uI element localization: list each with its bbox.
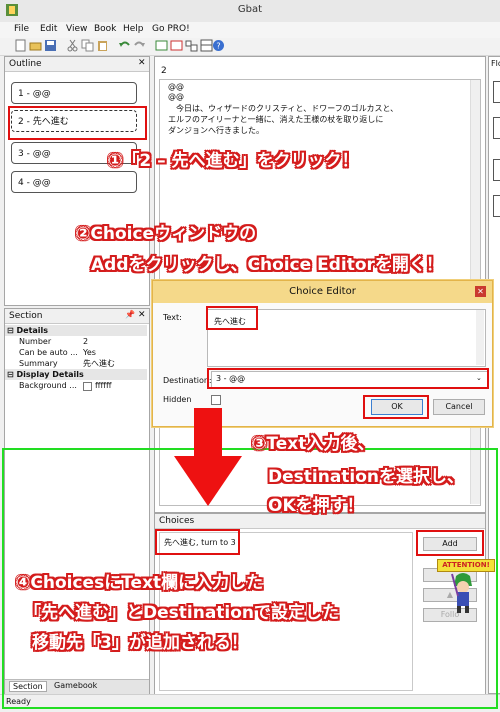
title-bar: Gbat xyxy=(0,0,500,23)
down-arrow-icon xyxy=(174,408,242,506)
annotation-step4-line1: ④ChoicesにText欄に入力した xyxy=(16,573,264,593)
annotation-step2-line1: ②Choiceウィンドウの xyxy=(76,224,257,244)
add-section-icon[interactable] xyxy=(155,39,168,52)
cancel-button[interactable]: Cancel xyxy=(433,399,485,415)
choice-editor-dialog: Choice Editor ✕ Text: 先へ進む Destination: … xyxy=(152,280,493,427)
annotation-step3-line2: Destinationを選択し、 xyxy=(268,467,465,487)
flowchart-node[interactable] xyxy=(493,195,500,217)
delete-section-icon[interactable] xyxy=(170,39,183,52)
annotation-step2-line2: Addをクリックし、Choice Editorを開く！ xyxy=(91,255,443,275)
annotation-step1: ①「2 – 先へ進む」をクリック！ xyxy=(108,151,359,171)
menu-book[interactable]: Book xyxy=(94,24,116,34)
text-label: Text: xyxy=(163,313,182,322)
save-icon[interactable] xyxy=(44,39,57,52)
annotation-step3-line1: ③Text入力後、 xyxy=(252,434,375,454)
attention-character-icon xyxy=(451,573,472,613)
flowchart-node[interactable] xyxy=(493,159,500,181)
highlight-ok-button xyxy=(363,395,429,419)
annotation-step4-line3: 移動先「3」が追加される！ xyxy=(32,633,248,653)
editor-line: @@ xyxy=(168,82,184,91)
menu-edit[interactable]: Edit xyxy=(40,24,57,34)
property-row[interactable]: Background ... ffffff xyxy=(5,380,147,391)
open-folder-icon[interactable] xyxy=(29,39,42,52)
highlight-destination xyxy=(207,368,489,389)
dialog-title: Choice Editor xyxy=(153,281,492,303)
window-title: Gbat xyxy=(237,4,263,15)
annotation-step4-line2: 「先へ進む」とDestinationで設定した xyxy=(24,603,340,623)
highlight-add-button xyxy=(416,530,484,556)
outline-header: Outline xyxy=(5,57,149,72)
highlight-text-input xyxy=(206,306,258,330)
hidden-checkbox[interactable] xyxy=(211,395,221,405)
editor-line: 今日は、ウィザードのクリスティと、ドワーフのゴルカスと、 xyxy=(168,104,399,113)
paste-icon[interactable] xyxy=(96,39,109,52)
color-swatch xyxy=(83,382,92,391)
menu-go-pro[interactable]: Go PRO! xyxy=(152,24,190,34)
svg-text:?: ? xyxy=(216,42,220,51)
toolbar: ? xyxy=(0,38,500,56)
property-row[interactable]: Summary 先へ進む xyxy=(5,358,147,369)
new-file-icon[interactable] xyxy=(14,39,27,52)
menu-view[interactable]: View xyxy=(66,24,87,34)
category-details[interactable]: ⊟ Details xyxy=(5,325,147,336)
undo-icon[interactable] xyxy=(118,39,131,52)
category-display-details[interactable]: ⊟ Display Details xyxy=(5,369,147,380)
close-icon[interactable]: ✕ xyxy=(138,58,146,68)
hidden-label: Hidden xyxy=(163,395,192,404)
menu-help[interactable]: Help xyxy=(123,24,144,34)
menu-file[interactable]: File xyxy=(14,24,29,34)
property-row[interactable]: Can be auto ... Yes xyxy=(5,347,147,358)
highlight-outline-node xyxy=(8,106,147,140)
property-row[interactable]: Number 2 xyxy=(5,336,147,347)
link-section-icon[interactable] xyxy=(185,39,198,52)
highlight-choice-item xyxy=(155,529,240,555)
copy-icon[interactable] xyxy=(81,39,94,52)
outline-node-1[interactable]: 1 - @@ xyxy=(11,82,137,104)
pin-icon[interactable]: 📌 xyxy=(125,310,135,319)
editor-line: ダンジョンへ行きました。 xyxy=(168,126,264,135)
page-number: 2 xyxy=(161,66,167,76)
cut-icon[interactable] xyxy=(66,39,79,52)
menu-bar: File Edit View Book Help Go PRO! xyxy=(0,22,500,38)
help-icon[interactable]: ? xyxy=(212,39,225,52)
attention-badge: ATTENTION! xyxy=(437,559,495,572)
destination-label: Destination: xyxy=(163,376,212,385)
close-icon[interactable]: ✕ xyxy=(138,310,146,320)
flowchart-node[interactable] xyxy=(493,81,500,103)
redo-icon[interactable] xyxy=(133,39,146,52)
editor-line: @@ xyxy=(168,92,184,101)
flowchart-node[interactable] xyxy=(493,117,500,139)
text-scrollbar[interactable] xyxy=(476,310,484,365)
annotation-step3-line3: OKを押す！ xyxy=(268,496,364,516)
editor-line: エルフのアイリーナと一緒に、消えた王様の杖を取り返しに xyxy=(168,115,384,124)
flowchart-header: Flo xyxy=(491,59,500,68)
outline-node-4[interactable]: 4 - @@ xyxy=(11,171,137,193)
close-icon[interactable]: ✕ xyxy=(475,286,486,297)
